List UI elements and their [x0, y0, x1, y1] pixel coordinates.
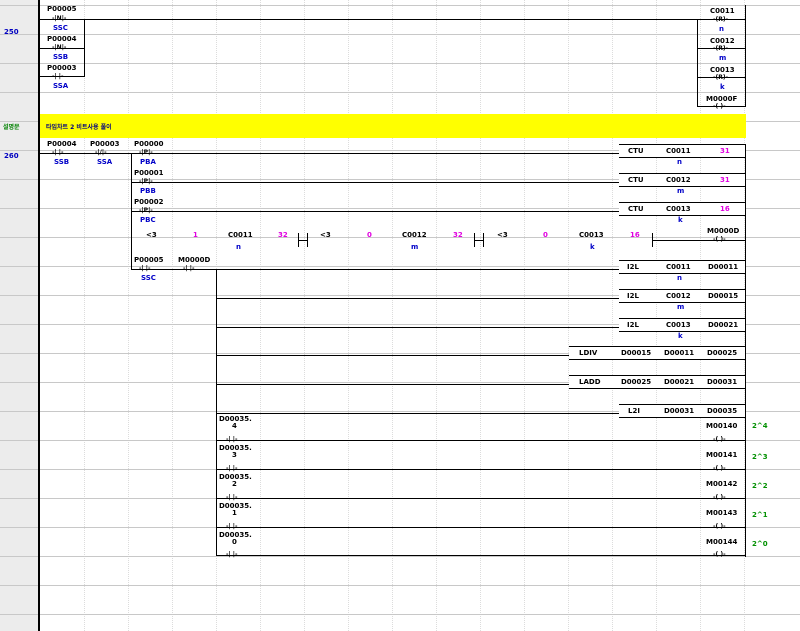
column-guide: [612, 0, 613, 631]
step-number-250: 250: [4, 28, 19, 36]
comment-tag: 설명문: [3, 124, 20, 131]
column-guide: [568, 0, 569, 631]
row-separator: [0, 556, 800, 557]
column-guide: [656, 0, 657, 631]
bit-weight-note-1: 2^1: [752, 511, 768, 519]
column-guide: [304, 0, 305, 631]
power-rail-left: [38, 0, 40, 631]
column-guide: [436, 0, 437, 631]
step-number-260: 260: [4, 152, 19, 160]
bit-weight-note-4: 2^4: [752, 422, 768, 430]
column-guide: [480, 0, 481, 631]
column-guide: [260, 0, 261, 631]
row-separator: [0, 34, 800, 35]
ladder-editor[interactable]: 250 260 설명문 타임차트 2 비트사용 풀이 P00005 -|N|- …: [0, 0, 800, 631]
row-separator: [0, 92, 800, 93]
bit-weight-note-3: 2^3: [752, 453, 768, 461]
bit-weight-note-2: 2^2: [752, 482, 768, 490]
step-gutter: [0, 0, 38, 631]
bit-weight-note-0: 2^0: [752, 540, 768, 548]
row-separator: [0, 614, 800, 615]
comment-text: 타임차트 2 비트사용 풀이: [46, 124, 112, 131]
column-guide: [348, 0, 349, 631]
row-separator: [0, 585, 800, 586]
column-guide: [84, 0, 85, 631]
row-separator: [0, 237, 800, 238]
comment-banner[interactable]: [40, 114, 746, 138]
column-guide: [524, 0, 525, 631]
row-separator: [0, 5, 800, 6]
column-guide: [700, 0, 701, 631]
column-guide: [128, 0, 129, 631]
column-guide: [392, 0, 393, 631]
row-separator: [0, 63, 800, 64]
column-guide: [172, 0, 173, 631]
